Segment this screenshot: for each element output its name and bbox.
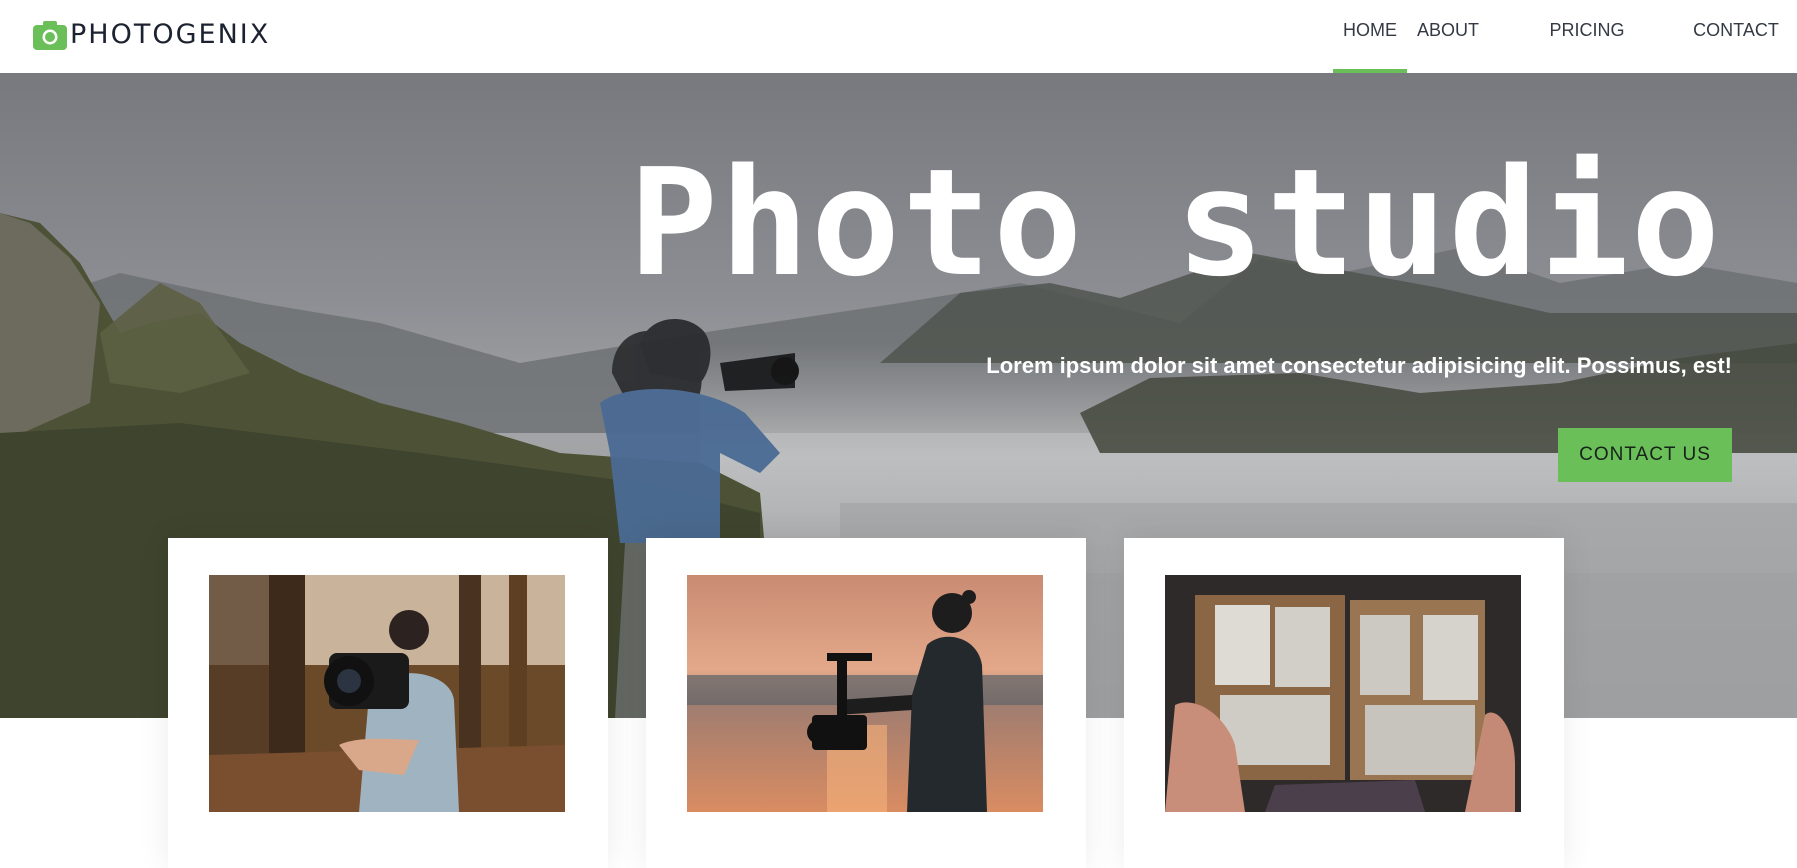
service-card[interactable] bbox=[646, 538, 1086, 868]
nav-item-label: CONTACT bbox=[1693, 20, 1779, 40]
brand-name: PHOTOGENIX bbox=[70, 19, 271, 50]
nav-item-home[interactable]: HOME bbox=[1333, 0, 1407, 73]
service-card[interactable] bbox=[1124, 538, 1564, 868]
nav-item-pricing[interactable]: PRICING bbox=[1532, 0, 1642, 73]
nav-item-about[interactable]: ABOUT bbox=[1402, 0, 1494, 73]
camera-icon bbox=[33, 21, 67, 50]
card-image bbox=[1165, 575, 1521, 812]
site-header: PHOTOGENIX HOME ABOUT PRICING CONTACT bbox=[0, 0, 1797, 73]
nav-item-label: PRICING bbox=[1549, 20, 1625, 40]
nav-item-label: HOME bbox=[1343, 20, 1397, 40]
hero-subtitle: Lorem ipsum dolor sit amet consectetur a… bbox=[986, 353, 1732, 378]
photographer-in-forest-photo bbox=[209, 575, 565, 812]
card-image bbox=[209, 575, 565, 812]
videographer-at-sunset-photo bbox=[687, 575, 1043, 812]
contact-us-button[interactable]: CONTACT US bbox=[1558, 428, 1732, 482]
hero-title: Photo studio bbox=[628, 137, 1722, 309]
service-card[interactable] bbox=[168, 538, 608, 868]
card-image bbox=[687, 575, 1043, 812]
brand-logo[interactable]: PHOTOGENIX bbox=[32, 18, 270, 52]
photo-album-photo bbox=[1165, 575, 1521, 812]
nav-item-label: ABOUT bbox=[1416, 20, 1479, 40]
nav-item-contact[interactable]: CONTACT bbox=[1681, 0, 1791, 73]
